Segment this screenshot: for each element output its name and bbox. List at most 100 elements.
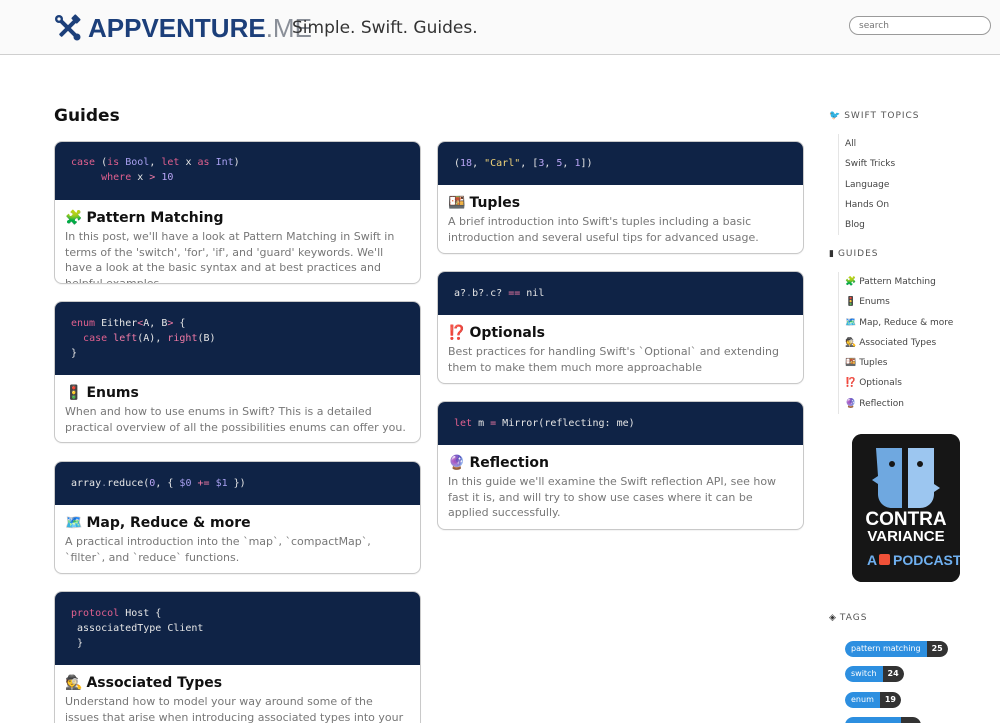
- guide-link-tuples[interactable]: 🍱 Tuples: [845, 353, 953, 373]
- tag-icon: ◈: [829, 613, 837, 623]
- code-snippet: case (is Bool, let x as Int) where x > 1…: [55, 142, 420, 200]
- tag-name: enum: [845, 692, 880, 708]
- podcast-title-line2: VARIANCE: [867, 528, 944, 545]
- guide-card-enums[interactable]: enum Either<A, B> { case left(A), right(…: [54, 301, 421, 443]
- site-logo[interactable]: APPVENTURE.ME: [54, 13, 312, 43]
- code-snippet: protocol Host { associatedType Client }: [55, 592, 420, 665]
- guide-link-label: Reflection: [859, 398, 904, 409]
- page-title: Guides: [54, 106, 120, 126]
- map-icon: 🗺️: [65, 515, 83, 531]
- card-title[interactable]: 🚦 Enums: [55, 384, 420, 402]
- guide-link-associated-types[interactable]: 🕵️ Associated Types: [845, 333, 953, 353]
- card-title-text: Map, Reduce & more: [86, 515, 251, 531]
- map-icon: 🗺️: [845, 317, 857, 328]
- bento-icon: 🍱: [845, 358, 857, 369]
- card-description: Understand how to model your way around …: [65, 695, 404, 723]
- tag-count: 24: [882, 666, 904, 682]
- topic-link-blog[interactable]: Blog: [845, 215, 895, 235]
- podcast-suffix: PODCAST: [893, 552, 960, 568]
- book-icon: ▮: [829, 249, 835, 259]
- site-tagline: Simple. Swift. Guides.: [292, 18, 478, 38]
- code-snippet: enum Either<A, B> { case left(A), right(…: [55, 302, 420, 375]
- crystal-ball-icon: 🔮: [448, 455, 466, 471]
- guide-link-pattern-matching[interactable]: 🧩 Pattern Matching: [845, 272, 953, 292]
- interrobang-icon: ⁉️: [448, 325, 466, 341]
- card-title-text: Enums: [86, 385, 139, 401]
- code-snippet: (18, "Carl", [3, 5, 1]): [438, 142, 803, 185]
- podcast-title-line1: CONTRA: [865, 509, 947, 530]
- tag-pill-pattern-matching[interactable]: pattern matching 25: [845, 641, 948, 657]
- card-description: In this guide we'll examine the Swift re…: [448, 475, 777, 519]
- tag-count: [901, 717, 921, 723]
- guide-link-optionals[interactable]: ⁉️ Optionals: [845, 373, 953, 393]
- card-description: When and how to use enums in Swift? This…: [65, 405, 406, 434]
- guides-heading-text: GUIDES: [837, 249, 879, 259]
- guide-link-enums[interactable]: 🚦 Enums: [845, 292, 953, 312]
- guide-card-reflection[interactable]: let m = Mirror(reflecting: me) 🔮 Reflecti…: [437, 401, 804, 530]
- search-input[interactable]: [849, 16, 991, 35]
- card-title-text: Reflection: [469, 455, 549, 471]
- podcast-artwork: CONTRA VARIANCE A PODCAST: [852, 434, 960, 582]
- puzzle-icon: 🧩: [65, 210, 83, 226]
- topic-link-hands-on[interactable]: Hands On: [845, 195, 895, 215]
- guide-link-label: Optionals: [859, 378, 902, 389]
- guide-link-label: Associated Types: [859, 337, 937, 348]
- card-title-text: Optionals: [469, 325, 546, 341]
- tag-name: switch: [845, 666, 883, 682]
- tag-pill-enum[interactable]: enum 19: [845, 692, 901, 708]
- tag-count: 19: [879, 692, 901, 708]
- guides-list: 🧩 Pattern Matching 🚦 Enums 🗺️ Map, Reduce &…: [838, 272, 953, 415]
- guide-card-map-reduce[interactable]: array.reduce(0, { $0 += $1 }) 🗺️ Map, Red…: [54, 461, 421, 574]
- detective-icon: 🕵️: [65, 675, 83, 691]
- card-title-text: Tuples: [469, 195, 521, 211]
- guide-card-associated-types[interactable]: protocol Host { associatedType Client } …: [54, 591, 421, 723]
- guide-card-pattern-matching[interactable]: case (is Bool, let x as Int) where x > 1…: [54, 141, 421, 284]
- topic-link-swift-tricks[interactable]: Swift Tricks: [845, 154, 895, 174]
- card-title-text: Associated Types: [86, 675, 223, 691]
- traffic-light-icon: 🚦: [65, 385, 83, 401]
- bento-icon: 🍱: [448, 195, 466, 211]
- guide-link-label: Enums: [859, 297, 890, 308]
- crystal-ball-icon: 🔮: [845, 398, 857, 409]
- card-title[interactable]: ⁉️ Optionals: [438, 324, 803, 342]
- swift-topics-heading: 🐦 SWIFT TOPICS: [829, 110, 920, 122]
- guide-link-label: Pattern Matching: [859, 277, 936, 287]
- tag-pill-switch[interactable]: switch 24: [845, 666, 904, 682]
- tag-name: [845, 717, 901, 723]
- card-title[interactable]: 🧩 Pattern Matching: [55, 209, 420, 227]
- swift-topics-list: All Swift Tricks Language Hands On Blog: [838, 134, 895, 236]
- faces-icon: [872, 448, 940, 508]
- card-description: In this post, we'll have a look at Patte…: [65, 230, 395, 284]
- brand-wordmark: APPVENTURE.ME: [88, 13, 312, 43]
- card-title[interactable]: 🕵️ Associated Types: [55, 674, 420, 692]
- card-title[interactable]: 🔮 Reflection: [438, 454, 803, 472]
- card-title[interactable]: 🗺️ Map, Reduce & more: [55, 514, 420, 532]
- card-description: A practical introduction into the `map`,…: [65, 535, 371, 564]
- code-snippet: a?.b?.c? == nil: [438, 272, 803, 315]
- card-description: A brief introduction into Swift's tuples…: [448, 215, 759, 244]
- brand-bold: APPVENTURE: [88, 13, 266, 43]
- tag-pill-partial[interactable]: [845, 717, 921, 723]
- contravariance-podcast-banner[interactable]: CONTRA VARIANCE A PODCAST: [852, 434, 960, 582]
- card-title-text: Pattern Matching: [86, 210, 224, 226]
- top-bar: APPVENTURE.ME Simple. Swift. Guides.: [0, 0, 1000, 55]
- traffic-light-icon: 🚦: [845, 297, 857, 308]
- card-title[interactable]: 🍱 Tuples: [438, 194, 803, 212]
- interrobang-icon: ⁉️: [845, 378, 857, 389]
- guide-link-map-reduce[interactable]: 🗺️ Map, Reduce & more: [845, 313, 953, 333]
- topic-link-all[interactable]: All: [845, 134, 895, 154]
- guide-link-reflection[interactable]: 🔮 Reflection: [845, 394, 953, 414]
- detective-icon: 🕵️: [845, 337, 857, 348]
- tag-name: pattern matching: [845, 641, 927, 657]
- guide-link-label: Tuples: [859, 358, 888, 369]
- guides-heading: ▮ GUIDES: [829, 248, 879, 260]
- podcast-prefix: A: [867, 552, 877, 568]
- guide-card-tuples[interactable]: (18, "Carl", [3, 5, 1]) 🍱 Tuples A brief …: [437, 141, 804, 254]
- puzzle-icon: 🧩: [845, 277, 857, 287]
- tag-count: 25: [926, 641, 948, 657]
- code-snippet: let m = Mirror(reflecting: me): [438, 402, 803, 445]
- swift-topics-heading-text: SWIFT TOPICS: [844, 111, 920, 121]
- topic-link-language[interactable]: Language: [845, 175, 895, 195]
- guide-link-label: Map, Reduce & more: [859, 317, 954, 328]
- guide-card-optionals[interactable]: a?.b?.c? == nil ⁉️ Optionals Best practic…: [437, 271, 804, 384]
